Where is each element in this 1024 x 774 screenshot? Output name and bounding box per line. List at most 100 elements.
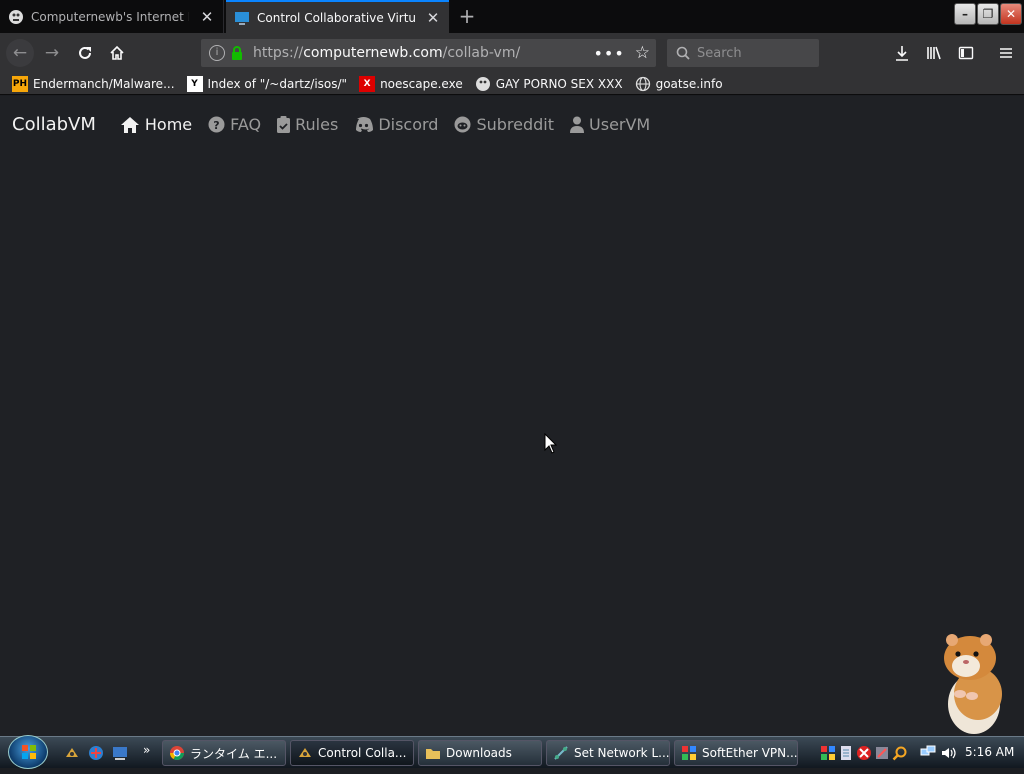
bookmark-item[interactable]: Y Index of "/~dartz/isos/": [186, 75, 348, 92]
taskbar-button-label: Set Network L...: [574, 746, 670, 760]
nav-faq[interactable]: ? FAQ: [208, 115, 261, 134]
url-domain: computernewb.com: [303, 45, 443, 61]
download-icon: [896, 46, 908, 61]
nav-subreddit[interactable]: Subreddit: [454, 115, 554, 134]
tab-title: Computernewb's Internet Pub: [31, 9, 189, 24]
taskbar-button[interactable]: Set Network L...: [546, 740, 670, 766]
bookmark-item[interactable]: PH Endermanch/Malware...: [12, 75, 175, 92]
bookmark-star-icon[interactable]: ☆: [635, 43, 650, 63]
bookmark-label: goatse.info: [655, 76, 723, 91]
tab-collabvm[interactable]: Control Collaborative Virtual M ✕: [226, 0, 449, 33]
tab-strip: Computernewb's Internet Pub ✕ Control Co…: [0, 0, 1024, 33]
chevron-right-icon[interactable]: »: [143, 743, 150, 757]
site-navbar: CollabVM Home ? FAQ Rules Discord Subred…: [12, 114, 666, 135]
close-tab-icon[interactable]: ✕: [425, 9, 441, 27]
back-button[interactable]: ←: [6, 39, 34, 67]
tray-app-icon[interactable]: [820, 745, 836, 761]
quick-launch-icon[interactable]: [88, 745, 104, 761]
taskbar-button[interactable]: Downloads: [418, 740, 542, 766]
tab-computernewb[interactable]: Computernewb's Internet Pub ✕: [0, 0, 224, 33]
nav-rules[interactable]: Rules: [277, 115, 338, 134]
reload-icon: [79, 46, 91, 59]
nav-discord[interactable]: Discord: [354, 115, 438, 134]
pornhub-favicon-icon: PH: [12, 75, 28, 92]
taskbar-button-label: Downloads: [446, 746, 512, 760]
search-input[interactable]: Search: [667, 39, 819, 67]
taskbar-button-label: Control Colla...: [318, 746, 407, 760]
tray-volume-icon[interactable]: [940, 745, 956, 761]
navigation-toolbar: ← → i https://computernewb.com/collab-vm…: [0, 33, 1024, 73]
new-tab-button[interactable]: +: [456, 4, 478, 28]
tray-blocked-icon[interactable]: [856, 745, 872, 761]
home-button[interactable]: [103, 39, 131, 67]
show-desktop-icon[interactable]: [112, 745, 128, 761]
site-favicon-icon: [9, 9, 23, 24]
tray-search-icon[interactable]: [892, 745, 908, 761]
taskbar-button-label: ランタイム エ...: [190, 746, 278, 761]
bookmark-item[interactable]: X noescape.exe: [359, 75, 463, 92]
nav-label: Discord: [378, 115, 439, 134]
nav-label: Home: [144, 115, 193, 134]
svg-text:?: ?: [213, 119, 219, 132]
nav-home[interactable]: Home: [120, 115, 192, 134]
nav-uservm[interactable]: UserVM: [570, 115, 650, 134]
url-path: /collab-vm/: [442, 45, 521, 61]
x-favicon-icon: X: [359, 75, 376, 92]
chrome-icon: [170, 746, 184, 760]
tray-security-icon[interactable]: [874, 745, 890, 761]
discord-icon: [356, 117, 374, 132]
close-tab-icon[interactable]: ✕: [199, 8, 215, 26]
sidebar-button[interactable]: [952, 39, 980, 67]
info-icon[interactable]: i: [209, 45, 225, 61]
bookmark-item[interactable]: goatse.info: [635, 76, 723, 92]
folder-icon: [426, 749, 440, 759]
close-window-button[interactable]: ✕: [1000, 3, 1022, 25]
tray-document-icon[interactable]: [838, 745, 854, 761]
restore-button[interactable]: ❐: [977, 3, 999, 25]
bookmark-label: Index of "/~dartz/isos/": [207, 76, 348, 91]
globe-icon: [635, 76, 650, 91]
library-icon: [927, 46, 941, 60]
page-actions-icon[interactable]: •••: [593, 44, 624, 63]
home-icon: [120, 116, 139, 133]
user-icon: [570, 116, 585, 133]
taskbar-button[interactable]: SoftEther VPN...: [674, 740, 798, 766]
site-favicon-icon: [475, 76, 490, 91]
bookmark-item[interactable]: GAY PORNO SEX XXX: [475, 76, 623, 92]
search-placeholder: Search: [697, 45, 742, 61]
tray-network-icon[interactable]: [920, 745, 936, 761]
hamburger-menu-icon: [1000, 48, 1012, 58]
downloads-button[interactable]: [888, 39, 916, 67]
network-icon: [554, 746, 568, 760]
search-icon: [676, 46, 690, 60]
nav-label: FAQ: [230, 115, 262, 134]
taskbar-button[interactable]: Control Colla...: [290, 740, 414, 766]
tab-title: Control Collaborative Virtual M: [257, 10, 415, 25]
clock[interactable]: 5:16 AM: [965, 745, 1014, 759]
start-button[interactable]: [8, 735, 48, 769]
address-bar[interactable]: i https://computernewb.com/collab-vm/ ••…: [201, 39, 656, 67]
library-button[interactable]: [920, 39, 948, 67]
taskbar-button-label: SoftEther VPN...: [702, 746, 798, 760]
firefox-icon: [299, 748, 311, 757]
reddit-icon: [454, 116, 471, 133]
bookmark-label: noescape.exe: [380, 76, 463, 91]
site-brand[interactable]: CollabVM: [12, 114, 96, 135]
bookmarks-toolbar: PH Endermanch/Malware... Y Index of "/~d…: [0, 73, 1024, 95]
menu-button[interactable]: [992, 39, 1020, 67]
reload-button[interactable]: [71, 39, 99, 67]
taskbar-button[interactable]: ランタイム エ...: [162, 740, 286, 766]
sidebar-icon: [958, 46, 974, 60]
bookmark-label: Endermanch/Malware...: [33, 76, 175, 91]
hamster-mascot-icon: [944, 634, 1002, 734]
forward-button[interactable]: →: [38, 39, 66, 67]
quick-launch-icon[interactable]: [64, 745, 80, 761]
clipboard-check-icon: [277, 116, 291, 133]
minimize-button[interactable]: –: [954, 3, 976, 25]
nav-label: Rules: [295, 115, 339, 134]
home-icon: [110, 45, 124, 60]
nav-label: UserVM: [589, 115, 651, 134]
windows-logo-icon: [22, 745, 36, 759]
page-content: CollabVM Home ? FAQ Rules Discord Subred…: [0, 96, 1024, 736]
mouse-cursor-icon: [544, 433, 557, 454]
